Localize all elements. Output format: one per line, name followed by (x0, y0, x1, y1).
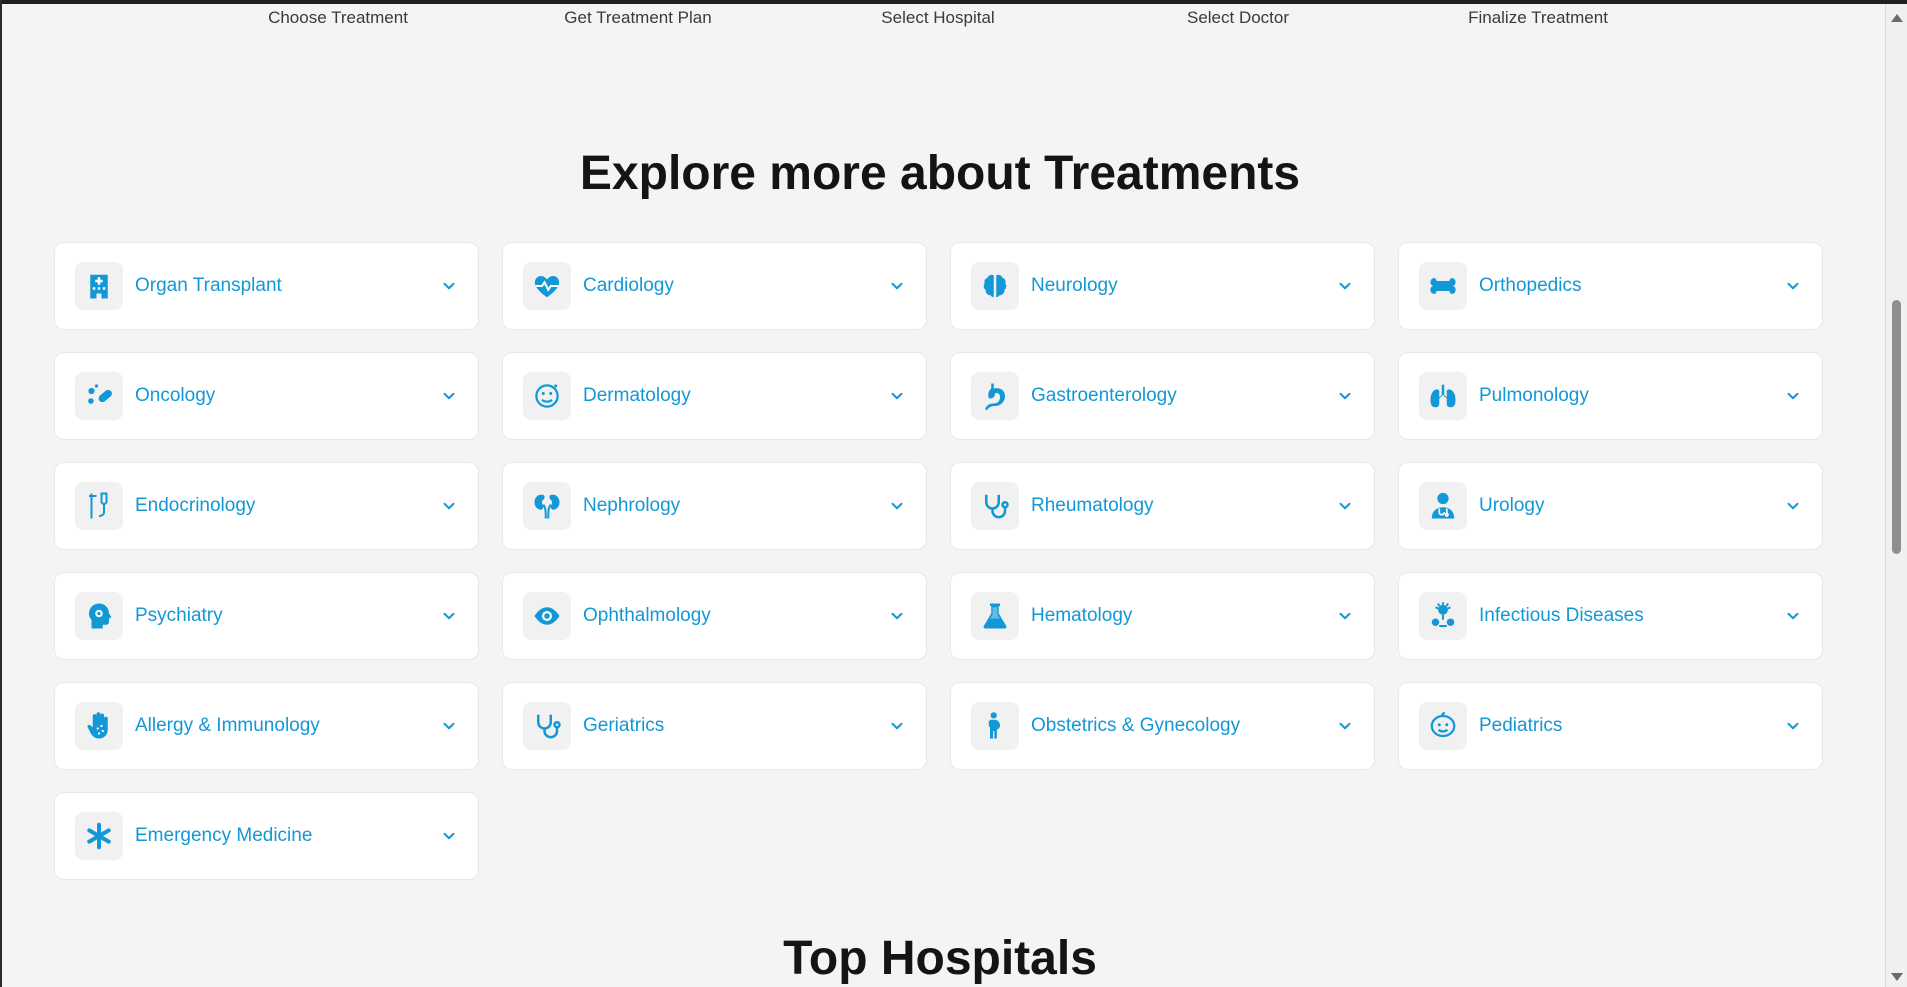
iv-drip-icon (75, 482, 123, 530)
brain-icon (971, 262, 1019, 310)
treatment-label: Nephrology (583, 495, 681, 516)
chevron-down-icon[interactable] (440, 277, 458, 295)
person-pregnant-icon (971, 702, 1019, 750)
step-choose-treatment: Choose Treatment (268, 8, 408, 27)
treatment-label: Rheumatology (1031, 495, 1154, 516)
treatment-card-orthopedics[interactable]: Orthopedics (1398, 242, 1823, 330)
asterisk-icon (75, 812, 123, 860)
treatment-card-urology[interactable]: Urology (1398, 462, 1823, 550)
chevron-down-icon[interactable] (440, 717, 458, 735)
treatment-card-oncology[interactable]: Oncology (54, 352, 479, 440)
explore-treatments-heading: Explore more about Treatments (579, 147, 1301, 200)
treatment-card-gastroenterology[interactable]: Gastroenterology (950, 352, 1375, 440)
stethoscope-icon (523, 702, 571, 750)
pills-icon (75, 372, 123, 420)
treatment-card-hematology[interactable]: Hematology (950, 572, 1375, 660)
step-select-hospital: Select Hospital (881, 8, 995, 27)
treatment-label: Orthopedics (1479, 275, 1582, 296)
treatment-label: Endocrinology (135, 495, 256, 516)
treatment-card-pulmonology[interactable]: Pulmonology (1398, 352, 1823, 440)
treatment-label: Allergy & Immunology (135, 715, 320, 736)
treatment-label: Pulmonology (1479, 385, 1589, 406)
chevron-down-icon[interactable] (1336, 607, 1354, 625)
process-steps: Choose Treatment Get Treatment Plan Sele… (0, 0, 1880, 40)
chevron-down-icon[interactable] (440, 387, 458, 405)
scrollbar-thumb[interactable] (1892, 300, 1901, 554)
child-face-icon (1419, 702, 1467, 750)
treatment-label: Hematology (1031, 605, 1133, 626)
treatment-card-allergy-and-immunology[interactable]: Allergy & Immunology (54, 682, 479, 770)
treatment-card-emergency-medicine[interactable]: Emergency Medicine (54, 792, 479, 880)
treatment-card-geriatrics[interactable]: Geriatrics (502, 682, 927, 770)
treatment-label: Geriatrics (583, 715, 665, 736)
treatment-card-neurology[interactable]: Neurology (950, 242, 1375, 330)
hand-dots-icon (75, 702, 123, 750)
chevron-down-icon[interactable] (1784, 607, 1802, 625)
treatment-card-obstetrics-and-gynecology[interactable]: Obstetrics & Gynecology (950, 682, 1375, 770)
stomach-icon (971, 372, 1019, 420)
bone-icon (1419, 262, 1467, 310)
chevron-down-icon[interactable] (1336, 717, 1354, 735)
top-hospitals-heading: Top Hospitals (783, 932, 1097, 985)
chevron-down-icon[interactable] (888, 607, 906, 625)
chevron-down-icon[interactable] (1784, 497, 1802, 515)
treatment-label: Cardiology (583, 275, 674, 296)
treatment-label: Oncology (135, 385, 216, 406)
chevron-down-icon[interactable] (1336, 497, 1354, 515)
chevron-down-icon[interactable] (440, 607, 458, 625)
heart-pulse-icon (523, 262, 571, 310)
chevron-down-icon[interactable] (888, 717, 906, 735)
virus-icon (1419, 592, 1467, 640)
chevron-down-icon[interactable] (888, 387, 906, 405)
chevron-down-icon[interactable] (1784, 717, 1802, 735)
scroll-up-arrow-icon[interactable] (1891, 14, 1903, 22)
chevron-down-icon[interactable] (888, 277, 906, 295)
chevron-down-icon[interactable] (1336, 277, 1354, 295)
hospital-building-icon (75, 262, 123, 310)
face-skin-icon (523, 372, 571, 420)
stethoscope-icon (971, 482, 1019, 530)
treatment-label: Gastroenterology (1031, 385, 1177, 406)
treatment-label: Ophthalmology (583, 605, 711, 626)
treatment-label: Infectious Diseases (1479, 605, 1644, 626)
treatment-card-pediatrics[interactable]: Pediatrics (1398, 682, 1823, 770)
treatment-card-infectious-diseases[interactable]: Infectious Diseases (1398, 572, 1823, 660)
treatment-card-dermatology[interactable]: Dermatology (502, 352, 927, 440)
doctor-icon (1419, 482, 1467, 530)
treatment-card-rheumatology[interactable]: Rheumatology (950, 462, 1375, 550)
step-finalize-treatment: Finalize Treatment (1468, 8, 1608, 27)
chevron-down-icon[interactable] (1784, 277, 1802, 295)
step-get-treatment-plan: Get Treatment Plan (564, 8, 712, 27)
chevron-down-icon[interactable] (888, 497, 906, 515)
chevron-down-icon[interactable] (440, 497, 458, 515)
treatment-label: Pediatrics (1479, 715, 1563, 736)
lungs-icon (1419, 372, 1467, 420)
kidneys-icon (523, 482, 571, 530)
chevron-down-icon[interactable] (1336, 387, 1354, 405)
treatments-grid: Organ Transplant Cardiology Neurology Ortho… (54, 242, 1824, 880)
treatment-label: Urology (1479, 495, 1545, 516)
treatment-card-ophthalmology[interactable]: Ophthalmology (502, 572, 927, 660)
treatment-label: Dermatology (583, 385, 691, 406)
chevron-down-icon[interactable] (440, 827, 458, 845)
treatment-label: Obstetrics & Gynecology (1031, 715, 1241, 736)
treatment-card-endocrinology[interactable]: Endocrinology (54, 462, 479, 550)
treatment-card-cardiology[interactable]: Cardiology (502, 242, 927, 330)
treatment-label: Neurology (1031, 275, 1118, 296)
head-gear-icon (75, 592, 123, 640)
treatment-card-psychiatry[interactable]: Psychiatry (54, 572, 479, 660)
treatment-card-organ-transplant[interactable]: Organ Transplant (54, 242, 479, 330)
step-select-doctor: Select Doctor (1186, 8, 1290, 27)
eye-icon (523, 592, 571, 640)
treatment-label: Organ Transplant (135, 275, 282, 296)
treatment-card-nephrology[interactable]: Nephrology (502, 462, 927, 550)
treatment-label: Psychiatry (135, 605, 223, 626)
scroll-down-arrow-icon[interactable] (1891, 973, 1903, 981)
chevron-down-icon[interactable] (1784, 387, 1802, 405)
treatment-label: Emergency Medicine (135, 825, 313, 846)
vertical-scrollbar[interactable] (1885, 4, 1907, 987)
flask-icon (971, 592, 1019, 640)
